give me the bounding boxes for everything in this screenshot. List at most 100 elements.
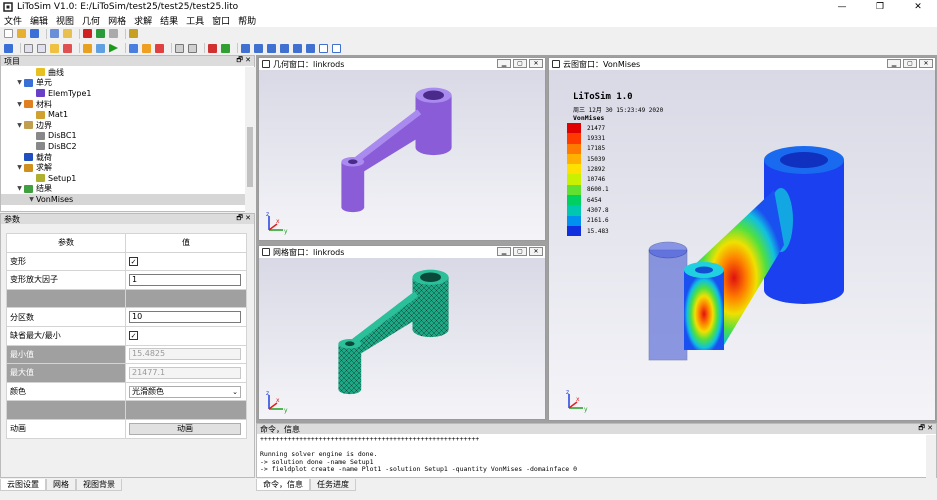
view-fit-icon[interactable] [24,43,33,53]
view-face-icon[interactable] [50,43,59,53]
rotate-icon[interactable] [208,43,217,53]
grid-icon[interactable] [4,43,13,53]
macro-icon[interactable] [129,29,138,38]
tree-item[interactable]: ElemType1 [1,88,245,99]
undo-icon[interactable] [96,29,105,38]
select-point-icon[interactable] [142,43,151,53]
solve-icon[interactable] [96,43,105,53]
tree-item[interactable]: ▼ VonMises [1,194,245,205]
menu-solve[interactable]: 求解 [130,14,156,27]
mesh-window[interactable]: 网格窗口：linkrods ▁ ▢ ✕ z y x [258,245,546,420]
chevron-down-icon[interactable]: ▼ [15,101,24,108]
dock-float-icon[interactable]: 🗗 [236,56,243,64]
mesh-icon[interactable] [83,43,92,53]
dock-float-icon[interactable]: 🗗 [236,214,243,222]
tab-task-progress[interactable]: 任务进度 [310,479,356,491]
window-restore-button[interactable]: ▢ [513,59,527,68]
param-value-cell: 21477.1 [125,363,247,383]
maximize-button[interactable]: ❐ [861,0,899,14]
menu-tools[interactable]: 工具 [182,14,208,27]
chevron-down-icon[interactable]: ▼ [15,164,24,171]
zoom-in-icon[interactable] [175,43,184,53]
redo-icon[interactable] [109,29,118,38]
menu-file[interactable]: 文件 [0,14,26,27]
param-checkbox[interactable]: ✓ [129,256,138,266]
window-restore-button[interactable]: ▢ [903,59,917,68]
dock-close-icon[interactable]: ✕ [245,214,251,222]
window-close-button[interactable]: ✕ [529,247,543,256]
window-close-button[interactable]: ✕ [529,59,543,68]
tree-item[interactable]: ▼ 单元 [1,78,245,89]
mesh-viewport[interactable]: z y x [259,258,545,419]
geometry-window[interactable]: 几何窗口：linkrods ▁ ▢ ✕ z y x [258,57,546,241]
tree-item[interactable]: ▼ 结果 [1,184,245,195]
view-bottom-icon[interactable] [280,43,289,53]
window-minimize-button[interactable]: ▁ [497,59,511,68]
view-front-icon[interactable] [241,43,250,53]
view-reset-icon[interactable] [332,43,341,53]
select-edge-icon[interactable] [155,43,164,53]
contour-window[interactable]: 云图窗口：VonMises ▁ ▢ ✕ LiToSim 1.0 周三 12月 3… [548,57,936,421]
run-icon[interactable] [109,43,118,53]
tree-item[interactable]: 载荷 [1,152,245,163]
dock-close-icon[interactable]: ✕ [245,56,251,64]
dock-close-icon[interactable]: ✕ [927,424,933,432]
view-box-icon[interactable] [37,43,46,53]
tree-item[interactable]: ▼ 边界 [1,120,245,131]
menu-geometry[interactable]: 几何 [78,14,104,27]
console-scrollbar[interactable] [926,435,936,478]
chevron-down-icon[interactable]: ▼ [15,79,24,86]
tree-item[interactable]: Setup1 [1,173,245,184]
param-input[interactable]: 10 [129,311,241,324]
window-minimize-button[interactable]: ▁ [887,59,901,68]
menu-mesh[interactable]: 网格 [104,14,130,27]
params-row: 变形 ✓ [6,251,247,272]
chevron-down-icon[interactable]: ▼ [27,196,36,203]
new-file-icon[interactable] [4,29,13,38]
chevron-down-icon[interactable]: ▼ [15,185,24,192]
view-right-icon[interactable] [306,43,315,53]
window-minimize-button[interactable]: ▁ [497,247,511,256]
cut-icon[interactable] [50,29,59,38]
close-button[interactable]: ✕ [899,0,937,14]
zoom-out-icon[interactable] [188,43,197,53]
menu-edit[interactable]: 编辑 [26,14,52,27]
view-iso-icon[interactable] [319,43,328,53]
open-folder-icon[interactable] [17,29,26,38]
tree-item[interactable]: DisBC1 [1,131,245,142]
param-input[interactable]: 1 [129,273,241,286]
tree-item[interactable]: Mat1 [1,109,245,120]
tab-command-info[interactable]: 命令，信息 [256,479,310,491]
view-top-icon[interactable] [267,43,276,53]
tree-item[interactable]: DisBC2 [1,141,245,152]
tab-contour-settings[interactable]: 云图设置 [0,479,46,491]
view-left-icon[interactable] [293,43,302,53]
project-scrollbar[interactable] [245,67,255,212]
open-project-icon[interactable] [63,29,72,38]
tab-view-background[interactable]: 视图背景 [76,479,122,491]
view-back-icon[interactable] [254,43,263,53]
menu-results[interactable]: 结果 [156,14,182,27]
menu-window[interactable]: 窗口 [208,14,234,27]
pan-icon[interactable] [221,43,230,53]
minimize-button[interactable]: — [823,0,861,14]
tab-mesh[interactable]: 网格 [46,479,76,491]
tree-item[interactable]: ▼ 材料 [1,99,245,110]
save-icon[interactable] [30,29,39,38]
menu-view[interactable]: 视图 [52,14,78,27]
window-restore-button[interactable]: ▢ [513,247,527,256]
tree-item[interactable]: ▼ 求解 [1,162,245,173]
geometry-viewport[interactable]: z y x [259,70,545,240]
view-solid-icon[interactable] [63,43,72,53]
window-close-button[interactable]: ✕ [919,59,933,68]
dock-float-icon[interactable]: 🗗 [918,424,925,432]
contour-viewport[interactable]: LiToSim 1.0 周三 12月 30 15:23:49 2020 VonM… [549,70,935,420]
color-select[interactable]: 光滑颜色 ⌄ [129,385,241,398]
menu-help[interactable]: 帮助 [234,14,260,27]
tree-item[interactable]: 曲线 [1,67,245,78]
stop-icon[interactable] [83,29,92,38]
param-checkbox[interactable]: ✓ [129,331,138,341]
animate-button[interactable]: 动画 [129,422,241,435]
chevron-down-icon[interactable]: ▼ [15,122,24,129]
select-arrow-icon[interactable] [129,43,138,53]
